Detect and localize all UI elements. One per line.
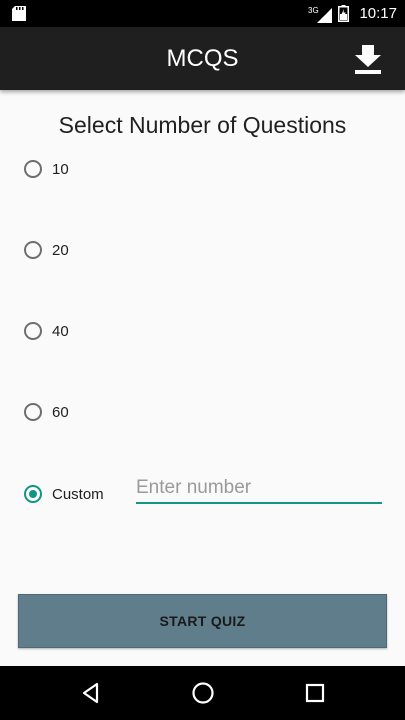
option-label: 20 [52, 241, 69, 259]
app-bar: MCQS [0, 27, 405, 90]
recents-button[interactable] [302, 680, 328, 706]
battery-icon [338, 5, 350, 22]
start-quiz-button[interactable]: START QUIZ [18, 594, 387, 648]
custom-number-input[interactable] [136, 474, 382, 504]
sd-card-icon [12, 6, 26, 21]
home-button[interactable] [190, 680, 216, 706]
app-title: MCQS [166, 45, 239, 72]
radio-button[interactable] [24, 160, 42, 178]
download-button[interactable] [353, 43, 383, 75]
network-type-label: 3G [308, 6, 319, 15]
radio-button-selected[interactable] [24, 485, 42, 503]
option-custom[interactable]: Custom [24, 485, 104, 503]
option-label: 40 [52, 322, 69, 340]
recents-icon [305, 683, 325, 703]
option-label: 60 [52, 403, 69, 421]
option-10[interactable]: 10 [24, 160, 69, 178]
page-title: Select Number of Questions [58, 112, 347, 138]
option-label: 10 [52, 160, 69, 178]
status-bar: 3G 10:17 [0, 0, 405, 27]
signal-icon: 3G [308, 6, 333, 23]
back-button[interactable] [78, 680, 104, 706]
navigation-bar [0, 666, 405, 720]
home-icon [192, 682, 214, 704]
radio-button[interactable] [24, 403, 42, 421]
download-icon [355, 45, 381, 74]
radio-button[interactable] [24, 322, 42, 340]
option-label: Custom [52, 485, 104, 503]
radio-button[interactable] [24, 241, 42, 259]
option-20[interactable]: 20 [24, 241, 69, 259]
option-60[interactable]: 60 [24, 403, 69, 421]
back-icon [82, 682, 99, 704]
status-time: 10:17 [359, 5, 397, 22]
option-40[interactable]: 40 [24, 322, 69, 340]
